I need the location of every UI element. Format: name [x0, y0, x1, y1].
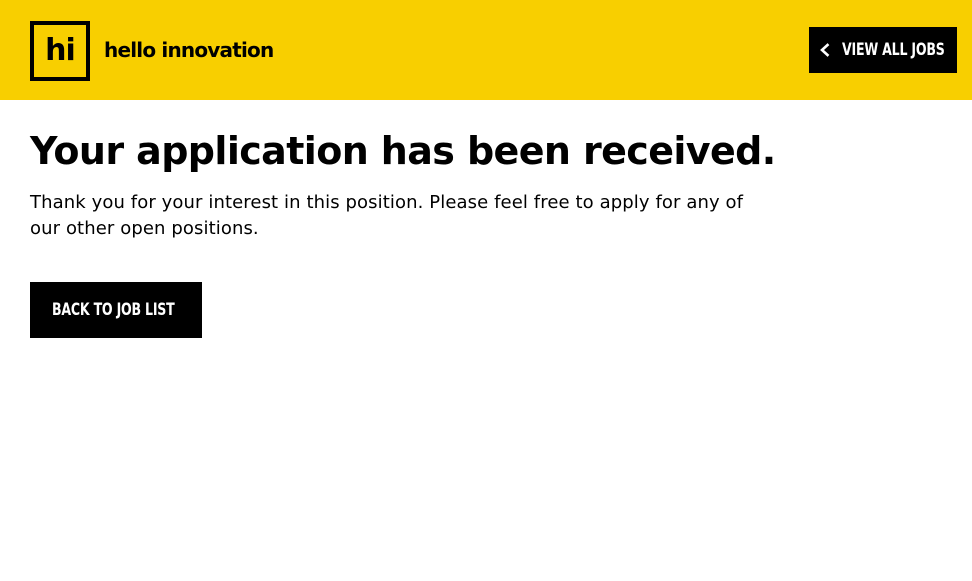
logo-mark-text: hi	[45, 32, 76, 68]
page-title: Your application has been received.	[30, 129, 776, 173]
back-to-job-list-label: BACK TO JOB LIST	[52, 300, 175, 320]
back-to-job-list-button[interactable]: BACK TO JOB LIST	[30, 282, 202, 338]
logo-mark[interactable]: hi	[30, 21, 90, 81]
view-all-jobs-button[interactable]: VIEW ALL JOBS	[809, 27, 957, 73]
confirmation-message: Thank you for your interest in this posi…	[30, 192, 744, 239]
chevron-left-icon	[818, 43, 832, 57]
view-all-jobs-label: VIEW ALL JOBS	[841, 40, 945, 60]
logo-text[interactable]: hello innovation	[104, 38, 274, 62]
site-header: hi hello innovation VIEW ALL JOBS	[0, 0, 972, 100]
